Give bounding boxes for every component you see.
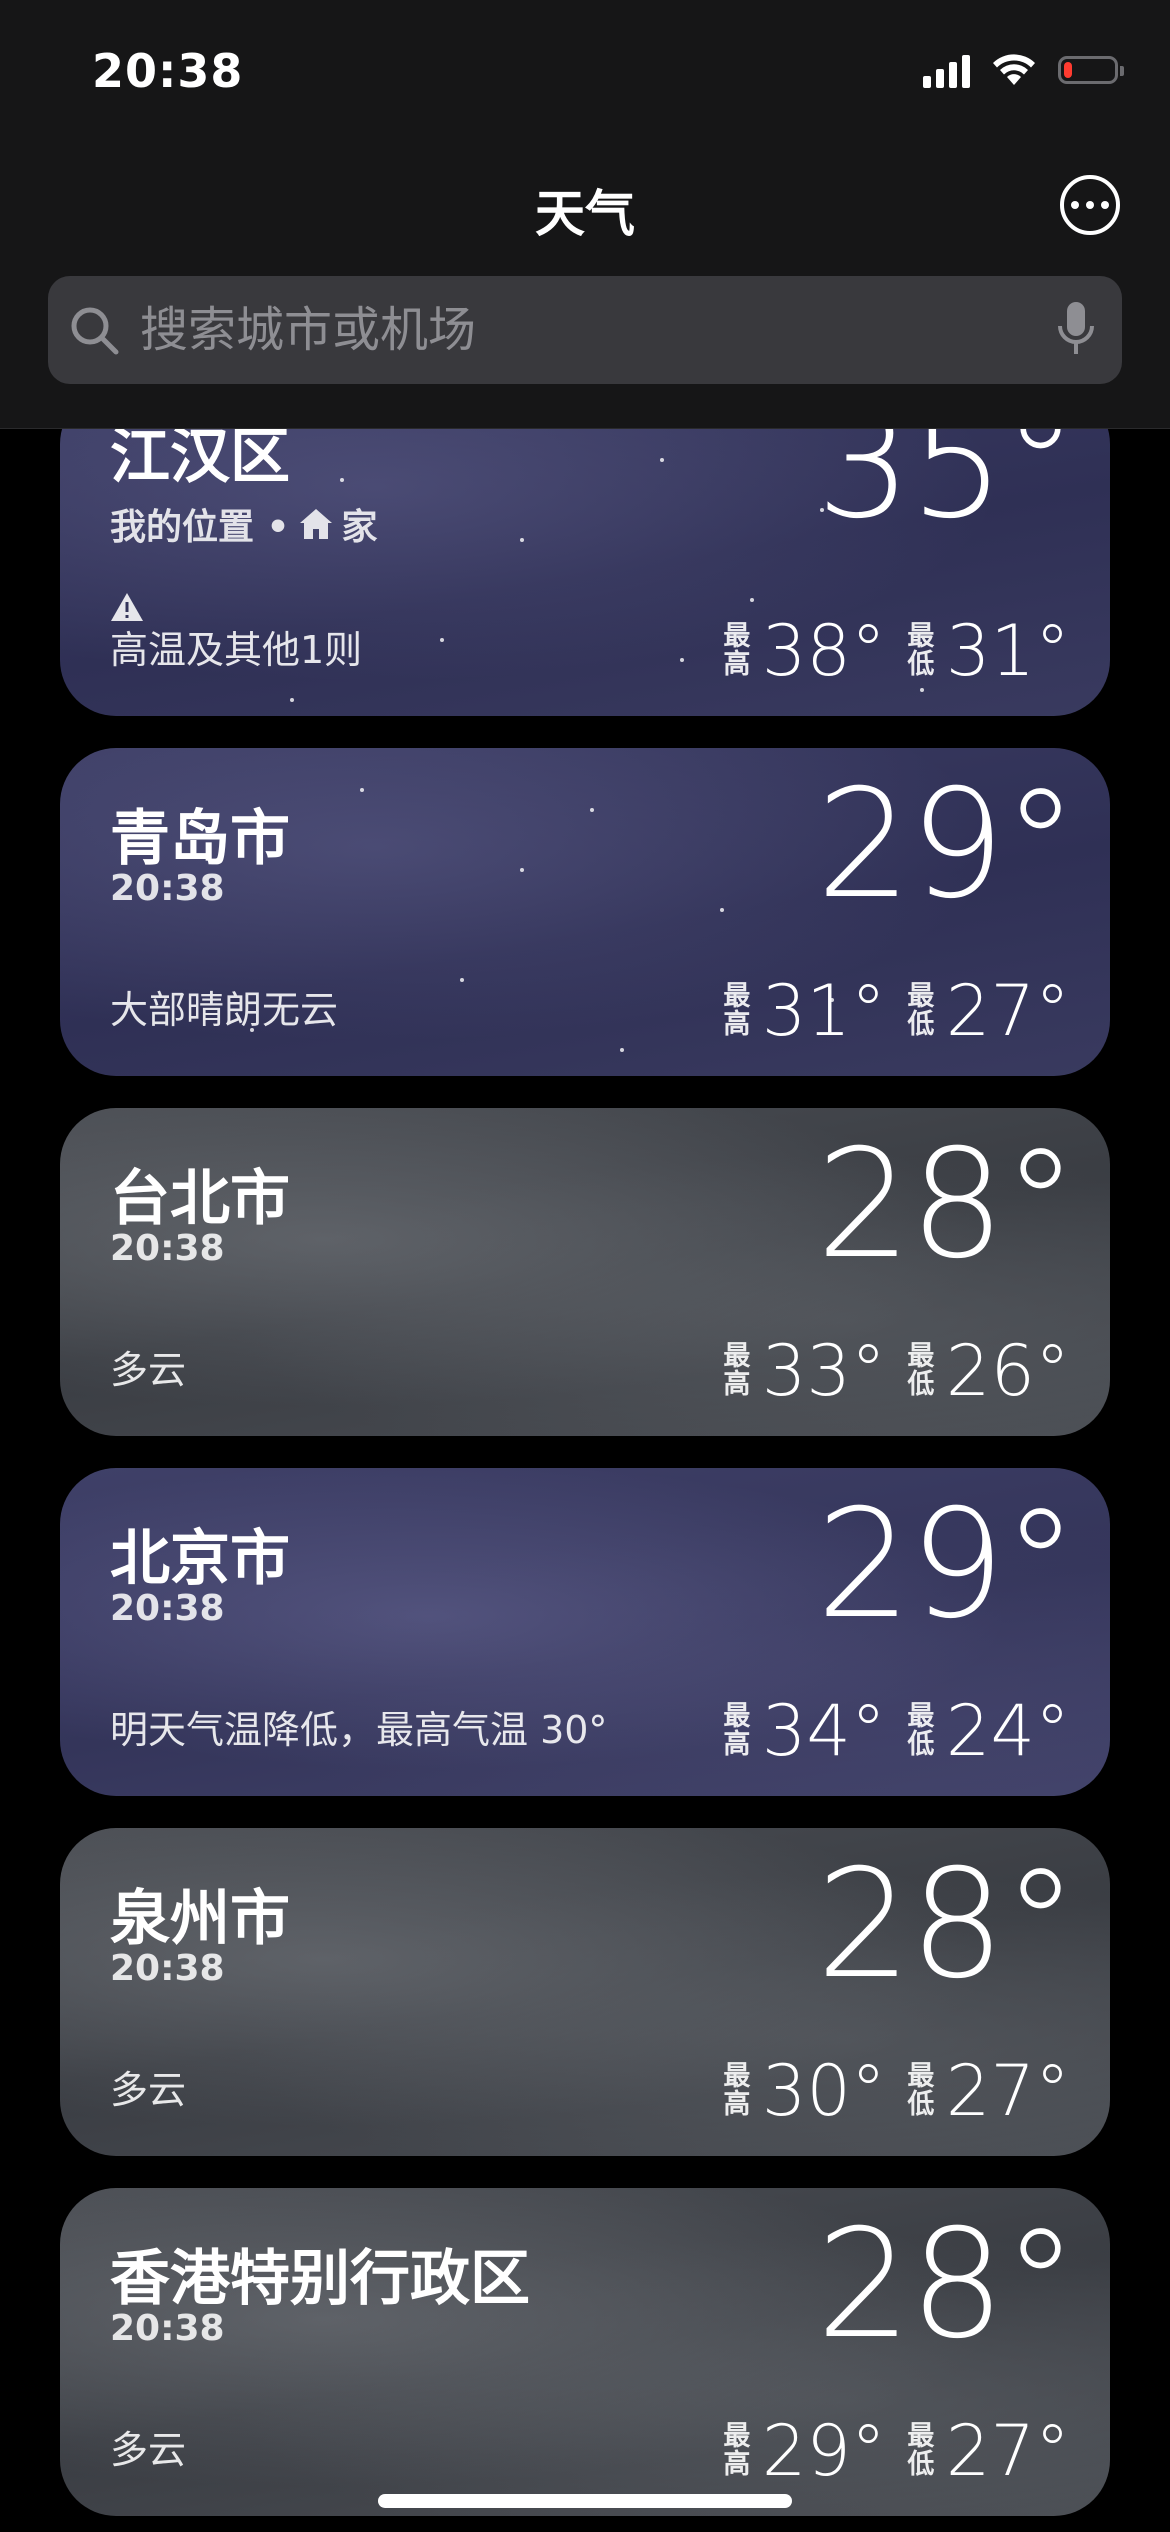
city-card-hongkong[interactable]: 香港特别行政区 20:38 多云 28° 最高 29° 最低 27° <box>60 2188 1110 2516</box>
high-temperature: 29° <box>761 2410 886 2492</box>
low-label: 最低 <box>907 1341 935 1400</box>
high-label: 最高 <box>723 1341 751 1400</box>
warning-triangle-icon <box>111 593 143 621</box>
cellular-signal-icon <box>923 52 970 88</box>
high-low-temperature: 最高 33° 最低 26° <box>722 1336 1070 1406</box>
high-label: 最高 <box>723 621 751 680</box>
low-temperature: 26° <box>945 1330 1070 1412</box>
high-label: 最高 <box>723 2421 751 2480</box>
city-card-jianghan[interactable]: 江汉区 我的位置 • 家 高温及其他1则 35° 最高 38° 最低 31° <box>60 388 1110 716</box>
city-name: 泉州市 <box>110 1884 290 1954</box>
page-title: 天气 <box>535 185 635 243</box>
city-name: 香港特别行政区 <box>110 2244 530 2314</box>
high-temperature: 30° <box>761 2050 886 2132</box>
status-time: 20:38 <box>92 44 244 98</box>
low-temperature: 27° <box>945 970 1070 1052</box>
battery-icon <box>1058 56 1124 84</box>
wifi-icon <box>993 54 1035 85</box>
low-temperature: 31° <box>945 610 1070 692</box>
city-local-time: 20:38 <box>110 1948 225 1989</box>
high-low-temperature: 最高 31° 最低 27° <box>722 976 1070 1046</box>
high-temperature: 33° <box>761 1330 886 1412</box>
current-temperature: 28° <box>816 1838 1078 2012</box>
city-name: 北京市 <box>110 1524 290 1594</box>
battery-level-fill <box>1064 62 1072 78</box>
current-temperature: 28° <box>816 2198 1078 2372</box>
city-local-time: 20:38 <box>110 1588 225 1629</box>
city-card-taipei[interactable]: 台北市 20:38 多云 28° 最高 33° 最低 26° <box>60 1108 1110 1436</box>
low-label: 最低 <box>907 2061 935 2120</box>
high-label: 最高 <box>723 2061 751 2120</box>
weather-condition: 大部晴朗无云 <box>110 988 339 1032</box>
low-temperature: 27° <box>945 2050 1070 2132</box>
weather-condition: 高温及其他1则 <box>110 628 363 672</box>
high-label: 最高 <box>723 1701 751 1760</box>
high-temperature: 34° <box>761 1690 886 1772</box>
city-local-time: 20:38 <box>110 1228 225 1269</box>
city-local-time: 20:38 <box>110 2308 225 2349</box>
ellipsis-circle-icon <box>1071 201 1079 209</box>
search-bar[interactable] <box>48 276 1122 384</box>
city-name: 台北市 <box>110 1164 290 1234</box>
high-low-temperature: 最高 30° 最低 27° <box>722 2056 1070 2126</box>
status-icons <box>923 52 1124 88</box>
more-options-button[interactable] <box>1060 175 1120 235</box>
weather-condition: 多云 <box>110 2068 187 2112</box>
microphone-icon[interactable] <box>1056 300 1096 360</box>
weather-condition: 明天气温降低，最高气温 30° <box>110 1708 608 1752</box>
header: 20:38 天气 <box>0 0 1170 429</box>
low-label: 最低 <box>907 981 935 1040</box>
current-temperature: 28° <box>816 1118 1078 1292</box>
high-label: 最高 <box>723 981 751 1040</box>
magnifying-glass-icon <box>71 307 119 355</box>
home-indicator[interactable] <box>378 2494 792 2508</box>
city-subtitle-home: 家 <box>341 507 378 548</box>
current-temperature: 29° <box>816 1478 1078 1652</box>
current-temperature: 29° <box>816 758 1078 932</box>
city-name: 青岛市 <box>110 804 290 874</box>
weather-condition: 多云 <box>110 1348 187 1392</box>
high-low-temperature: 最高 29° 最低 27° <box>722 2416 1070 2486</box>
city-card-beijing[interactable]: 北京市 20:38 明天气温降低，最高气温 30° 29° 最高 34° 最低 … <box>60 1468 1110 1796</box>
search-input[interactable] <box>140 300 1000 360</box>
home-icon <box>299 509 332 539</box>
city-location-label: 我的位置 • 家 <box>110 498 378 550</box>
high-temperature: 38° <box>761 610 886 692</box>
city-card-quanzhou[interactable]: 泉州市 20:38 多云 28° 最高 30° 最低 27° <box>60 1828 1110 2156</box>
city-subtitle: 我的位置 • <box>110 507 290 548</box>
high-low-temperature: 最高 38° 最低 31° <box>722 616 1070 686</box>
low-temperature: 24° <box>945 1690 1070 1772</box>
high-low-temperature: 最高 34° 最低 24° <box>722 1696 1070 1766</box>
low-label: 最低 <box>907 1701 935 1760</box>
weather-condition: 多云 <box>110 2428 187 2472</box>
city-card-qingdao[interactable]: 青岛市 20:38 大部晴朗无云 29° 最高 31° 最低 27° <box>60 748 1110 1076</box>
city-local-time: 20:38 <box>110 868 225 909</box>
low-label: 最低 <box>907 2421 935 2480</box>
low-temperature: 27° <box>945 2410 1070 2492</box>
high-temperature: 31° <box>761 970 886 1052</box>
low-label: 最低 <box>907 621 935 680</box>
